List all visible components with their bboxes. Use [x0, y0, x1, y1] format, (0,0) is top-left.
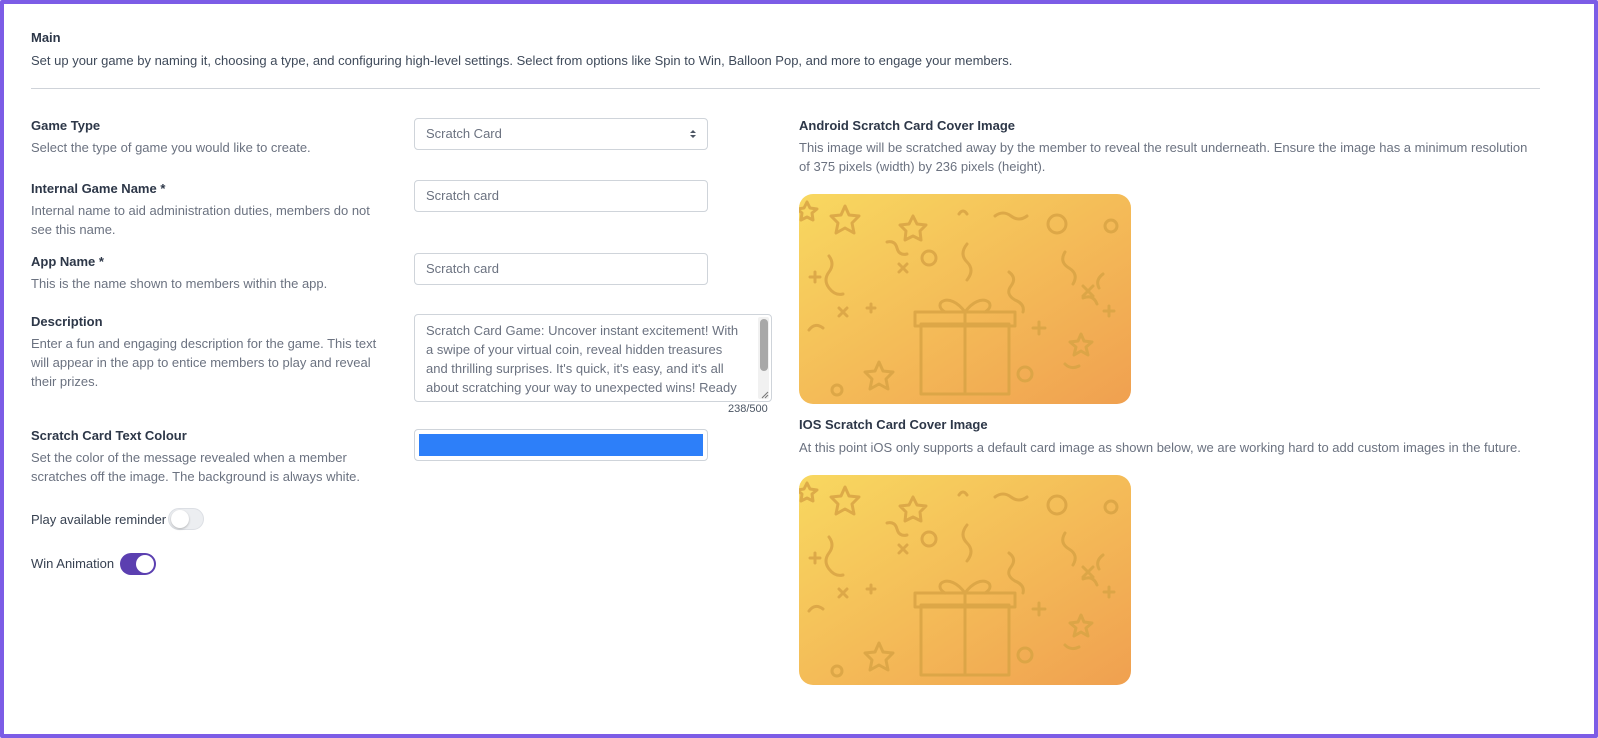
game-type-help: Select the type of game you would like t… [31, 140, 311, 155]
app-name-label: App Name * [31, 254, 104, 269]
description-help: Enter a fun and engaging description for… [31, 336, 377, 389]
internal-name-input[interactable]: Scratch card [414, 180, 708, 212]
internal-name-label: Internal Game Name * [31, 181, 166, 196]
android-cover-help: This image will be scratched away by the… [799, 140, 1528, 174]
game-type-select[interactable]: Scratch Card [414, 118, 708, 150]
play-reminder-toggle[interactable] [168, 508, 204, 530]
android-cover-label: Android Scratch Card Cover Image [799, 118, 1015, 133]
section-description: Set up your game by naming it, choosing … [31, 53, 1013, 68]
ios-cover-help: At this point iOS only supports a defaul… [799, 440, 1521, 455]
scrollbar-thumb[interactable] [760, 319, 768, 371]
game-type-selected-value: Scratch Card [426, 126, 502, 141]
divider [31, 88, 1540, 89]
ios-cover-label: IOS Scratch Card Cover Image [799, 417, 988, 432]
win-animation-toggle[interactable] [120, 553, 156, 575]
app-name-input[interactable]: Scratch card [414, 253, 708, 285]
text-colour-label: Scratch Card Text Colour [31, 428, 187, 443]
description-textarea[interactable]: Scratch Card Game: Uncover instant excit… [414, 314, 772, 402]
description-label: Description [31, 314, 103, 329]
resize-handle-icon[interactable] [759, 389, 769, 399]
color-swatch [419, 434, 703, 456]
toggle-knob [171, 510, 189, 528]
internal-name-help: Internal name to aid administration duti… [31, 203, 370, 237]
app-name-help: This is the name shown to members within… [31, 276, 328, 291]
ios-cover-image [799, 475, 1131, 685]
toggle-knob [136, 555, 154, 573]
description-text: Scratch Card Game: Uncover instant excit… [426, 323, 739, 401]
game-type-label: Game Type [31, 118, 101, 133]
text-colour-picker[interactable] [414, 429, 708, 461]
select-chevron-icon [690, 130, 696, 138]
character-counter: 238/500 [728, 403, 768, 415]
section-title: Main [31, 30, 61, 45]
settings-panel: Main Set up your game by naming it, choo… [0, 0, 1598, 738]
text-colour-help: Set the color of the message revealed wh… [31, 450, 361, 484]
android-cover-image[interactable] [799, 194, 1131, 404]
win-animation-label: Win Animation [31, 556, 115, 571]
play-reminder-label: Play available reminder [31, 512, 167, 527]
